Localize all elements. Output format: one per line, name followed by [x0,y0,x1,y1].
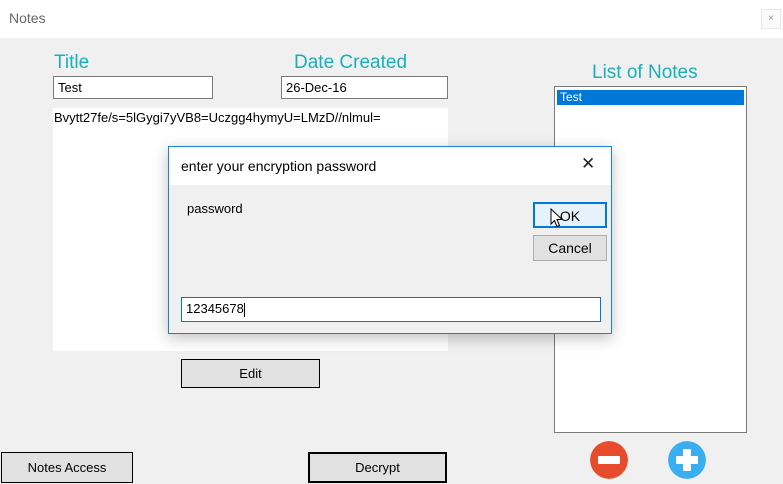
edit-button[interactable]: Edit [181,359,320,388]
add-note-button[interactable] [668,441,706,482]
text-caret [243,302,245,317]
cancel-button[interactable]: Cancel [533,235,607,261]
title-label: Title [54,52,90,73]
list-item[interactable]: Test [557,90,744,105]
title-bar [0,0,783,38]
mouse-cursor-icon [550,208,563,228]
title-field[interactable]: Test [53,76,213,99]
list-of-notes-label: List of Notes [592,62,698,83]
decrypt-button[interactable]: Decrypt [308,452,447,483]
remove-note-button[interactable] [590,441,628,482]
window-title: Notes [9,10,46,26]
ok-button[interactable]: OK [533,202,607,228]
window-close-button[interactable]: × [761,9,781,29]
notes-access-button[interactable]: Notes Access [1,452,133,483]
minus-circle-icon [590,441,628,479]
password-input-value: 12345678 [186,301,244,316]
date-created-label: Date Created [294,52,408,73]
plus-circle-icon [668,441,706,479]
dialog-title: enter your encryption password [181,158,377,174]
password-prompt-label: password [187,201,243,216]
password-input[interactable]: 12345678 [181,297,601,322]
dialog-close-icon[interactable]: ✕ [581,154,595,174]
date-created-field[interactable]: 26-Dec-16 [281,76,448,99]
password-dialog: enter your encryption password ✕ passwor… [168,146,612,334]
